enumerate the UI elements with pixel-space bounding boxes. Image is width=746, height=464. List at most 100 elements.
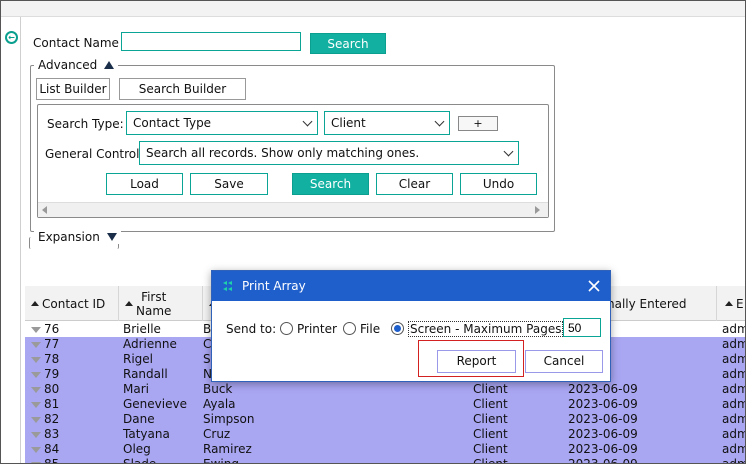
general-control-label: General Control: bbox=[45, 147, 144, 161]
table-cell-type: Client bbox=[473, 382, 508, 396]
advanced-toggle[interactable]: Advanced bbox=[34, 58, 119, 72]
row-expand-icon[interactable] bbox=[31, 386, 41, 393]
save-button[interactable]: Save bbox=[190, 173, 268, 195]
table-cell-first: Mari bbox=[123, 382, 149, 396]
search-builder-button[interactable]: Search Builder bbox=[119, 78, 246, 100]
table-cell-first: Rigel bbox=[123, 352, 154, 366]
table-cell-by: adm bbox=[722, 397, 745, 411]
general-control-value: Search all records. Show only matching o… bbox=[146, 146, 420, 160]
table-cell-first: Adrienne bbox=[123, 337, 177, 351]
table-cell-by: adm bbox=[722, 442, 745, 456]
scroll-right-icon[interactable] bbox=[535, 206, 540, 214]
table-cell-last: B bbox=[203, 322, 212, 336]
row-expand-icon[interactable] bbox=[31, 431, 41, 438]
search-type-second-value: Client bbox=[331, 116, 366, 130]
column-header-contact-id[interactable]: Contact ID bbox=[25, 286, 119, 321]
table-cell-date: 2023-06-09 bbox=[568, 382, 638, 396]
table-cell-first: Tatyana bbox=[123, 427, 170, 441]
row-expand-icon[interactable] bbox=[31, 326, 41, 333]
table-cell-id: 81 bbox=[31, 397, 59, 412]
table-row[interactable]: 83 Tatyana Cruz Client 2023-06-09 adm bbox=[25, 427, 745, 442]
search-type-value: Contact Type bbox=[133, 116, 212, 130]
table-cell-last: Simpson bbox=[203, 412, 255, 426]
general-control-select[interactable]: Search all records. Show only matching o… bbox=[139, 141, 519, 165]
load-button[interactable]: Load bbox=[106, 173, 183, 195]
table-cell-id: 78 bbox=[31, 352, 59, 367]
file-label: File bbox=[360, 322, 381, 336]
sort-up-icon bbox=[125, 301, 133, 306]
advanced-search-button[interactable]: Search bbox=[292, 173, 369, 195]
dialog-title: Print Array bbox=[242, 279, 306, 293]
table-cell-id: 77 bbox=[31, 337, 59, 352]
chevron-down-icon bbox=[503, 146, 514, 157]
table-cell-type: Client bbox=[473, 442, 508, 456]
table-cell-by: adm bbox=[722, 337, 745, 351]
table-cell-first: Brielle bbox=[123, 322, 161, 336]
screen-radio[interactable] bbox=[391, 322, 404, 335]
table-row[interactable]: 85 Slade Ewing Client 2023-06-09 adm bbox=[25, 457, 745, 464]
row-expand-icon[interactable] bbox=[31, 416, 41, 423]
sort-up-icon bbox=[725, 301, 733, 306]
table-cell-last: Buck bbox=[203, 382, 233, 396]
scroll-left-icon[interactable] bbox=[42, 206, 47, 214]
contact-name-label: Contact Name bbox=[33, 36, 119, 50]
undo-button[interactable]: Undo bbox=[460, 173, 537, 195]
table-cell-first: Slade bbox=[123, 457, 157, 464]
expansion-legend: Expansion bbox=[38, 230, 100, 244]
table-cell-last: S bbox=[203, 352, 211, 366]
list-builder-button[interactable]: List Builder bbox=[36, 78, 110, 100]
max-pages-input[interactable] bbox=[563, 318, 601, 337]
table-cell-date: 2023-06-09 bbox=[568, 412, 638, 426]
chevron-down-icon bbox=[434, 116, 445, 127]
search-type-label: Search Type: bbox=[47, 117, 124, 131]
contact-name-input[interactable] bbox=[121, 32, 301, 51]
table-cell-id: 79 bbox=[31, 367, 59, 382]
table-cell-by: adm bbox=[722, 457, 745, 464]
table-cell-last: Ewing bbox=[203, 457, 239, 464]
cancel-button[interactable]: Cancel bbox=[525, 350, 603, 373]
table-cell-id: 83 bbox=[31, 427, 59, 442]
table-row[interactable]: 81 Genevieve Ayala Client 2023-06-09 adm bbox=[25, 397, 745, 412]
table-cell-type: Client bbox=[473, 412, 508, 426]
table-row[interactable]: 80 Mari Buck Client 2023-06-09 adm bbox=[25, 382, 745, 397]
row-expand-icon[interactable] bbox=[31, 371, 41, 378]
horizontal-scrollbar[interactable] bbox=[38, 202, 548, 217]
table-cell-by: adm bbox=[722, 427, 745, 441]
row-expand-icon[interactable] bbox=[31, 356, 41, 363]
file-radio[interactable] bbox=[343, 322, 356, 335]
table-cell-by: adm bbox=[722, 322, 745, 336]
advanced-legend: Advanced bbox=[38, 58, 98, 72]
app-logo-icon bbox=[223, 281, 232, 291]
collapse-panel-icon[interactable]: ← bbox=[5, 31, 18, 44]
table-cell-id: 76 bbox=[31, 322, 59, 337]
search-type-select[interactable]: Contact Type bbox=[126, 111, 318, 135]
table-cell-date: 2023-06-09 bbox=[568, 427, 638, 441]
close-icon[interactable] bbox=[588, 280, 600, 292]
table-cell-last: Ayala bbox=[203, 397, 236, 411]
table-cell-last: Ramirez bbox=[203, 442, 252, 456]
triangle-down-icon bbox=[106, 233, 117, 241]
printer-label: Printer bbox=[297, 322, 337, 336]
expansion-toggle[interactable]: Expansion bbox=[34, 230, 121, 244]
printer-radio[interactable] bbox=[280, 322, 293, 335]
clear-button[interactable]: Clear bbox=[376, 173, 453, 195]
screen-label: Screen - Maximum Pages bbox=[408, 321, 564, 337]
column-header-first-name[interactable]: First Name bbox=[119, 286, 203, 321]
table-cell-type: Client bbox=[473, 457, 508, 464]
table-cell-first: Dane bbox=[123, 412, 155, 426]
report-button[interactable]: Report bbox=[437, 350, 516, 373]
row-expand-icon[interactable] bbox=[31, 446, 41, 453]
row-expand-icon[interactable] bbox=[31, 341, 41, 348]
table-cell-by: adm bbox=[722, 382, 745, 396]
top-bar bbox=[1, 1, 745, 17]
table-cell-id: 82 bbox=[31, 412, 59, 427]
table-cell-date: 2023-06-09 bbox=[568, 442, 638, 456]
row-expand-icon[interactable] bbox=[31, 401, 41, 408]
table-cell-by: adm bbox=[722, 412, 745, 426]
table-row[interactable]: 82 Dane Simpson Client 2023-06-09 adm bbox=[25, 412, 745, 427]
search-button[interactable]: Search bbox=[310, 33, 386, 54]
search-type-value-select[interactable]: Client bbox=[324, 111, 450, 135]
column-header-entered-by[interactable]: E bbox=[717, 286, 745, 321]
add-condition-button[interactable]: + bbox=[458, 116, 498, 131]
table-row[interactable]: 84 Oleg Ramirez Client 2023-06-09 adm bbox=[25, 442, 745, 457]
